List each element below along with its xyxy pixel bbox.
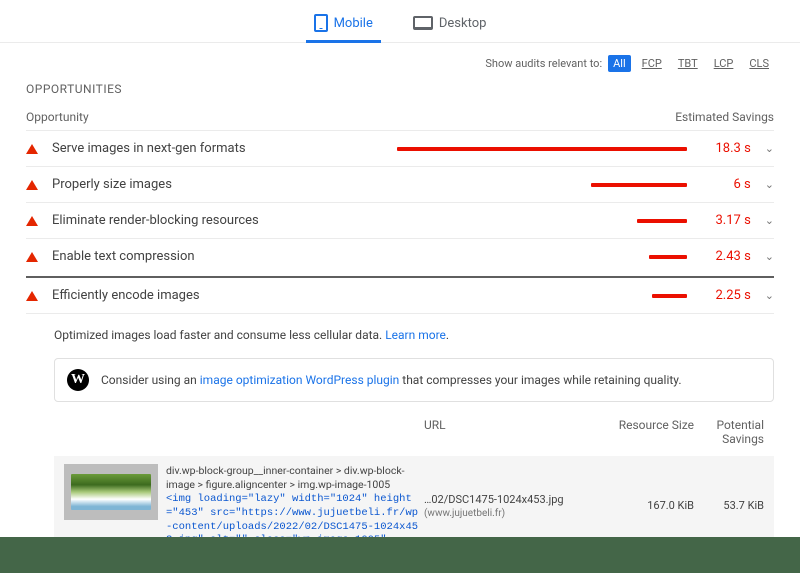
opportunity-row[interactable]: Properly size images 6 s ⌄ [26, 167, 774, 203]
chevron-down-icon: ⌄ [765, 250, 774, 263]
savings-bar [397, 294, 687, 298]
resource-table: URL Resource Size Potential Savings div.… [54, 412, 774, 556]
col-resource-size: Resource Size [584, 418, 694, 446]
opportunity-label: Properly size images [52, 177, 383, 192]
savings-value: 18.3 s [701, 141, 751, 156]
tab-desktop[interactable]: Desktop [405, 8, 495, 42]
opportunity-label: Eliminate render-blocking resources [52, 213, 383, 228]
fail-triangle-icon [26, 144, 38, 154]
opportunity-label: Enable text compression [52, 249, 383, 264]
opportunity-row[interactable]: Enable text compression 2.43 s ⌄ [26, 239, 774, 278]
chevron-down-icon: ⌄ [765, 178, 774, 191]
savings-bar [397, 183, 687, 187]
resource-size-cell: 167.0 KiB [584, 499, 694, 512]
dom-path: div.wp-block-group__inner-container > di… [166, 464, 424, 548]
opportunities-heading: OPPORTUNITIES [26, 82, 774, 96]
savings-bar [397, 255, 687, 259]
filter-lcp[interactable]: LCP [709, 55, 739, 72]
col-url: URL [424, 418, 584, 446]
filter-cls[interactable]: CLS [744, 55, 774, 72]
tab-mobile[interactable]: Mobile [306, 8, 381, 42]
plugin-link[interactable]: image optimization WordPress plugin [200, 373, 400, 387]
tab-label: Desktop [439, 16, 487, 31]
col-opportunity: Opportunity [26, 110, 89, 124]
opportunity-row-expanded[interactable]: Efficiently encode images 2.25 s ⌄ [26, 278, 774, 314]
bottom-bar [0, 537, 800, 573]
savings-value: 2.25 s [701, 288, 751, 303]
desktop-icon [413, 16, 433, 30]
opportunity-row[interactable]: Eliminate render-blocking resources 3.17… [26, 203, 774, 239]
fail-triangle-icon [26, 216, 38, 226]
audit-filter-row: Show audits relevant to: All FCP TBT LCP… [26, 51, 774, 82]
chevron-down-icon: ⌄ [765, 142, 774, 155]
savings-value: 6 s [701, 177, 751, 192]
filter-label: Show audits relevant to: [485, 57, 602, 70]
chevron-down-icon: ⌄ [765, 289, 774, 302]
fail-triangle-icon [26, 252, 38, 262]
savings-value: 2.43 s [701, 249, 751, 264]
opportunity-description: Optimized images load faster and consume… [26, 314, 774, 352]
savings-value: 3.17 s [701, 213, 751, 228]
savings-bar [397, 219, 687, 223]
savings-bar [397, 147, 687, 151]
opportunity-row[interactable]: Serve images in next-gen formats 18.3 s … [26, 131, 774, 167]
fail-triangle-icon [26, 180, 38, 190]
device-tabs: Mobile Desktop [0, 0, 800, 43]
fail-triangle-icon [26, 291, 38, 301]
filter-tbt[interactable]: TBT [673, 55, 703, 72]
col-estimated-savings: Estimated Savings [675, 110, 774, 124]
opportunities-header-row: Opportunity Estimated Savings [26, 110, 774, 131]
url-cell: …02/DSC1475-1024x453.jpg (www.jujuetbeli… [424, 493, 584, 519]
tab-label: Mobile [334, 16, 373, 31]
image-thumbnail [64, 464, 158, 520]
filter-all[interactable]: All [608, 55, 631, 72]
mobile-icon [314, 14, 328, 32]
wordpress-icon: W [67, 369, 89, 391]
learn-more-link[interactable]: Learn more [385, 328, 446, 342]
table-header: URL Resource Size Potential Savings [54, 412, 774, 456]
chevron-down-icon: ⌄ [765, 214, 774, 227]
wordpress-tip: W Consider using an image optimization W… [54, 358, 774, 402]
opportunity-label: Efficiently encode images [52, 288, 383, 303]
potential-savings-cell: 53.7 KiB [694, 499, 764, 512]
opportunity-label: Serve images in next-gen formats [52, 141, 383, 156]
filter-fcp[interactable]: FCP [637, 55, 667, 72]
col-potential-savings: Potential Savings [694, 418, 764, 446]
